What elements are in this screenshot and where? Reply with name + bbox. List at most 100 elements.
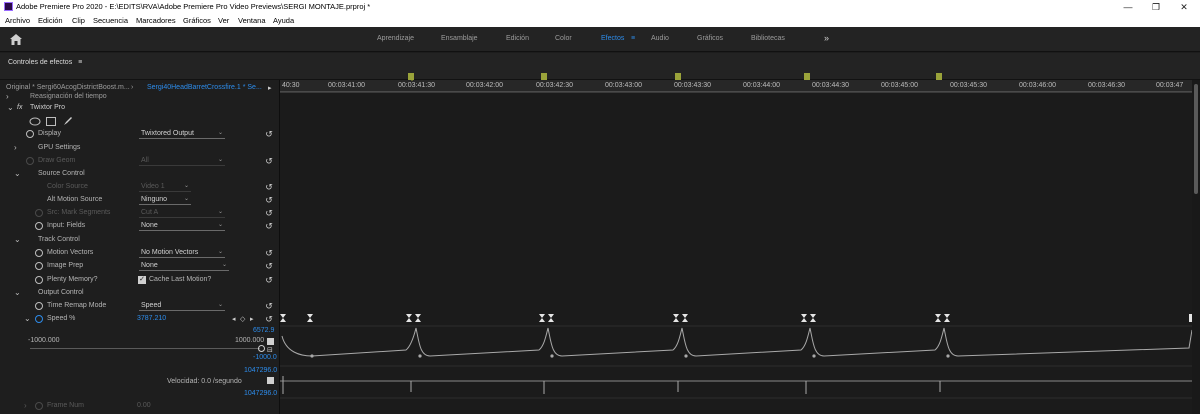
chevron-down-icon[interactable]: ⌄ [14,169,21,178]
input-fields-dropdown[interactable]: None ⌄ [139,221,225,231]
cache-checkbox[interactable]: ✓ [138,276,146,284]
draw-geom-dropdown[interactable]: All ⌄ [139,156,225,166]
menu-archivo[interactable]: Archivo [5,16,30,25]
marker-flag[interactable] [541,73,547,80]
workspace-tab-ensamblaje[interactable]: Ensamblaje [441,35,478,42]
keyframe-timeline[interactable]: 40:30 00:03:41:00 00:03:41:30 00:03:42:0… [279,73,1200,414]
workspace-tab-aprendizaje[interactable]: Aprendizaje [377,35,414,42]
stopwatch-icon[interactable] [35,276,43,284]
graph-fit-icon[interactable]: ⊟ [267,346,273,354]
workspace-tab-audio[interactable]: Audio [651,35,669,42]
src-mark-dropdown[interactable]: Cut A ⌄ [139,208,225,218]
menu-graficos[interactable]: Gráficos [183,16,211,25]
prev-keyframe-icon[interactable]: ◂ [232,315,236,323]
fx-icon[interactable]: fx [17,104,22,111]
workspace-tab-edicion[interactable]: Edición [506,35,529,42]
alt-motion-dropdown[interactable]: Ninguno ⌄ [139,195,191,205]
chevron-right-icon[interactable]: › [24,401,27,410]
display-dropdown[interactable]: Twixtored Output ⌄ [139,129,225,139]
vertical-scrollbar[interactable] [1192,80,1200,414]
reset-icon[interactable]: ↺ [264,156,274,166]
rectangle-mask-icon[interactable] [46,117,56,126]
pen-mask-icon[interactable] [63,116,73,126]
workspace-tab-efectos[interactable]: Efectos [601,35,624,42]
stopwatch-icon[interactable] [35,302,43,310]
speed-value[interactable]: 3787.210 [137,315,166,322]
chevron-down-icon[interactable]: ⌄ [7,103,14,112]
velocity-scale-icon[interactable] [267,377,274,384]
stopwatch-icon[interactable] [35,249,43,257]
chevron-down-icon: ⌄ [217,130,223,136]
value-slider-handle[interactable] [258,345,265,352]
chevron-down-icon: ⌄ [217,157,223,163]
chevron-right-icon[interactable]: › [131,84,133,91]
value-slider-track[interactable] [30,348,260,349]
param-label: Track Control [38,236,80,243]
stopwatch-icon[interactable] [35,209,43,217]
reset-icon[interactable]: ↺ [264,248,274,258]
sequence-clip-label[interactable]: Sergi40HeadBarretCrossfire.1 * Se... [147,84,262,91]
chevron-down-icon[interactable]: ⌄ [14,288,21,297]
marker-flag[interactable] [936,73,942,80]
workspace-tab-bibliotecas[interactable]: Bibliotecas [751,35,785,42]
marker-flag[interactable] [408,73,414,80]
param-plenty-memory: Plenty Memory? ✓ Cache Last Motion? ↺ [0,274,279,287]
reset-icon[interactable]: ↺ [264,208,274,218]
stopwatch-icon[interactable] [26,157,34,165]
menu-edicion[interactable]: Edición [38,16,63,25]
panel-title[interactable]: Controles de efectos ≡ [8,59,82,66]
workspace-overflow-icon[interactable]: » [824,33,829,43]
menu-ayuda[interactable]: Ayuda [273,16,294,25]
workspace-tab-graficos[interactable]: Gráficos [697,35,723,42]
reset-icon[interactable]: ↺ [264,301,274,311]
scrollbar-thumb[interactable] [1194,84,1198,194]
graph-scale-icon[interactable] [267,338,274,345]
chevron-right-icon[interactable]: › [6,92,9,101]
reset-icon[interactable]: ↺ [264,129,274,139]
reset-icon[interactable]: ↺ [264,314,274,324]
velocity-top: 1047296.0 [244,367,278,374]
source-clip-label[interactable]: Original * Sergi60AcogDistrictBoost.m... [6,84,130,91]
menu-ver[interactable]: Ver [218,16,229,25]
effect-row-twixtor: ⌄ fx Twixtor Pro [0,102,279,115]
home-icon[interactable] [10,34,22,45]
maximize-button[interactable]: ❐ [1144,1,1168,13]
menu-marcadores[interactable]: Marcadores [136,16,176,25]
reset-icon[interactable]: ↺ [264,182,274,192]
add-keyframe-icon[interactable]: ◇ [240,315,245,323]
panel-menu-icon[interactable]: ≡ [78,59,82,66]
param-draw-geom: Draw Geom All ⌄ ↺ [0,155,279,168]
menu-ventana[interactable]: Ventana [238,16,266,25]
speed-keyframes [280,314,1192,322]
ellipse-mask-icon[interactable] [29,117,41,126]
workspace-menu-icon[interactable]: ≡ [631,35,635,42]
stopwatch-icon[interactable] [35,315,43,323]
next-keyframe-icon[interactable]: ▸ [250,315,254,323]
time-remap-dropdown[interactable]: Speed ⌄ [139,301,225,311]
stopwatch-icon[interactable] [35,222,43,230]
graph-min-bottom: -1000.0 [253,354,277,361]
image-prep-dropdown[interactable]: None ⌄ [139,261,229,271]
marker-flag[interactable] [675,73,681,80]
chevron-right-icon[interactable]: › [14,143,17,152]
reset-icon[interactable]: ↺ [264,261,274,271]
workspace-tab-color[interactable]: Color [555,35,572,42]
menu-clip[interactable]: Clip [72,16,85,25]
menu-secuencia[interactable]: Secuencia [93,16,128,25]
marker-flag[interactable] [804,73,810,80]
stopwatch-icon[interactable] [26,130,34,138]
minimize-button[interactable]: — [1116,1,1140,13]
reset-icon[interactable]: ↺ [264,221,274,231]
reset-icon[interactable]: ↺ [264,195,274,205]
reset-icon[interactable]: ↺ [264,275,274,285]
chevron-down-icon: ⌄ [183,183,189,189]
chevron-down-icon[interactable]: ⌄ [14,235,21,244]
color-source-dropdown[interactable]: Video 1 ⌄ [139,182,191,192]
motion-vectors-dropdown[interactable]: No Motion Vectors ⌄ [139,248,225,258]
keyframe-graph[interactable] [280,80,1192,414]
param-label: Draw Geom [38,157,76,164]
chevron-down-icon[interactable]: ⌄ [24,314,31,323]
close-button[interactable]: ✕ [1172,1,1196,13]
stopwatch-icon[interactable] [35,262,43,270]
stopwatch-icon[interactable] [35,402,43,410]
